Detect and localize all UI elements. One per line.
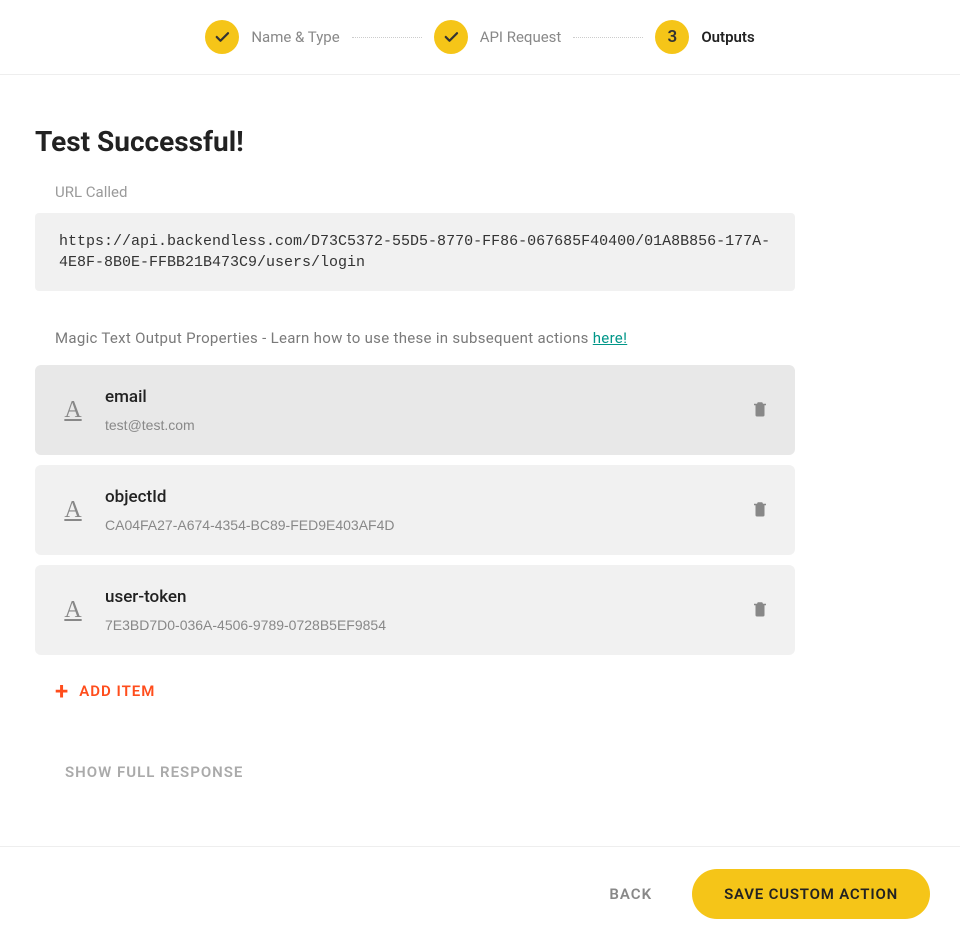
trash-icon bbox=[751, 499, 769, 519]
property-name: objectId bbox=[105, 487, 733, 507]
property-card-objectid[interactable]: A objectId CA04FA27-A674-4354-BC89-FED9E… bbox=[35, 465, 795, 555]
step-name-type[interactable]: Name & Type bbox=[205, 20, 339, 54]
step-outputs[interactable]: 3 Outputs bbox=[655, 20, 754, 54]
property-name: email bbox=[105, 387, 733, 407]
check-icon bbox=[213, 28, 231, 46]
text-type-icon: A bbox=[59, 597, 87, 624]
step-icon-done bbox=[434, 20, 468, 54]
step-connector bbox=[352, 37, 422, 38]
content: Test Successful! URL Called https://api.… bbox=[0, 75, 960, 811]
property-value: test@test.com bbox=[105, 417, 733, 433]
property-value: CA04FA27-A674-4354-BC89-FED9E403AF4D bbox=[105, 517, 733, 533]
trash-icon bbox=[751, 599, 769, 619]
save-custom-action-button[interactable]: SAVE CUSTOM ACTION bbox=[692, 869, 930, 919]
step-number: 3 bbox=[655, 20, 689, 54]
magic-text-link[interactable]: here! bbox=[593, 329, 627, 347]
magic-text-prefix: Magic Text Output Properties - Learn how… bbox=[55, 329, 593, 347]
stepper: Name & Type API Request 3 Outputs bbox=[0, 0, 960, 75]
plus-icon: + bbox=[55, 679, 69, 703]
delete-button[interactable] bbox=[751, 599, 771, 621]
text-type-icon: A bbox=[59, 397, 87, 424]
show-full-response-button[interactable]: SHOW FULL RESPONSE bbox=[65, 763, 243, 781]
step-label: Outputs bbox=[701, 28, 754, 46]
step-api-request[interactable]: API Request bbox=[434, 20, 562, 54]
step-icon-done bbox=[205, 20, 239, 54]
text-type-icon: A bbox=[59, 497, 87, 524]
property-body: objectId CA04FA27-A674-4354-BC89-FED9E40… bbox=[105, 487, 733, 533]
page-title: Test Successful! bbox=[35, 125, 925, 158]
magic-text-hint: Magic Text Output Properties - Learn how… bbox=[55, 329, 925, 347]
add-item-button[interactable]: + ADD ITEM bbox=[55, 679, 155, 703]
step-label: Name & Type bbox=[251, 28, 339, 46]
step-label: API Request bbox=[480, 28, 562, 46]
delete-button[interactable] bbox=[751, 499, 771, 521]
delete-button[interactable] bbox=[751, 399, 771, 421]
property-card-email[interactable]: A email test@test.com bbox=[35, 365, 795, 455]
footer: BACK SAVE CUSTOM ACTION bbox=[0, 846, 960, 941]
check-icon bbox=[442, 28, 460, 46]
property-name: user-token bbox=[105, 587, 733, 607]
property-body: user-token 7E3BD7D0-036A-4506-9789-0728B… bbox=[105, 587, 733, 633]
trash-icon bbox=[751, 399, 769, 419]
add-item-label: ADD ITEM bbox=[79, 682, 155, 700]
property-value: 7E3BD7D0-036A-4506-9789-0728B5EF9854 bbox=[105, 617, 733, 633]
property-body: email test@test.com bbox=[105, 387, 733, 433]
property-card-user-token[interactable]: A user-token 7E3BD7D0-036A-4506-9789-072… bbox=[35, 565, 795, 655]
back-button[interactable]: BACK bbox=[609, 885, 652, 903]
url-called-value: https://api.backendless.com/D73C5372-55D… bbox=[35, 213, 795, 291]
url-called-label: URL Called bbox=[55, 183, 925, 201]
step-connector bbox=[573, 37, 643, 38]
